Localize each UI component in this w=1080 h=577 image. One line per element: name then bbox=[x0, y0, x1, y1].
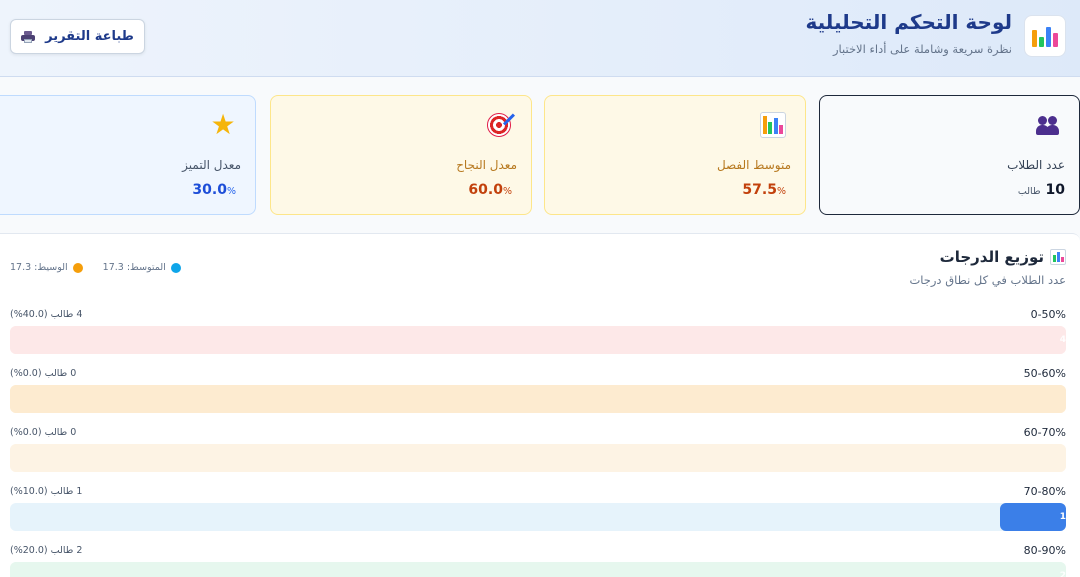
range-label: 0-50% bbox=[1030, 308, 1066, 321]
bar-fill: 2 bbox=[10, 562, 1066, 577]
legend-dot bbox=[170, 262, 181, 273]
legend-dot bbox=[72, 262, 83, 273]
legend-item-mean: المتوسط: 17.3 bbox=[103, 262, 181, 273]
bar-fill: 4 bbox=[10, 326, 1066, 354]
bar-chart-icon bbox=[1024, 15, 1066, 57]
count-label: 1 طالب (10.0%) bbox=[10, 486, 83, 497]
range-label: 50-60% bbox=[1023, 367, 1066, 380]
distribution-title: توزيع الدرجات bbox=[940, 248, 1066, 266]
stat-card-average: متوسط الفصل 57.5% bbox=[544, 95, 806, 215]
count-label: 0 طالب (0.0%) bbox=[10, 427, 77, 438]
people-icon bbox=[1033, 111, 1061, 139]
stat-value: 57.5% bbox=[742, 182, 786, 198]
target-icon bbox=[485, 111, 513, 139]
range-label: 60-70% bbox=[1023, 426, 1066, 439]
distribution-subtitle: عدد الطلاب في كل نطاق درجات bbox=[909, 273, 1066, 287]
stat-value: 60.0% bbox=[468, 182, 512, 198]
stat-label: معدل النجاح bbox=[456, 158, 517, 172]
count-label: 0 طالب (0.0%) bbox=[10, 368, 77, 379]
bar-fill bbox=[10, 444, 1066, 472]
stat-label: معدل التميز bbox=[182, 158, 241, 172]
page-subtitle: نظرة سريعة وشاملة على أداء الاختبار bbox=[832, 42, 1012, 56]
count-label: 4 طالب (40.0%) bbox=[10, 309, 83, 320]
range-label: 70-80% bbox=[1023, 485, 1066, 498]
page-title: لوحة التحكم التحليلية bbox=[805, 10, 1012, 34]
bar-track bbox=[10, 444, 1066, 472]
legend-item-median: الوسيط: 17.3 bbox=[10, 262, 83, 273]
bar-track: 4 bbox=[10, 326, 1066, 354]
print-button-label: طباعة التقرير bbox=[45, 29, 134, 44]
stat-value: 10طالب bbox=[1017, 182, 1065, 198]
stat-label: متوسط الفصل bbox=[716, 158, 791, 172]
bar-track bbox=[10, 385, 1066, 413]
range-label: 80-90% bbox=[1023, 544, 1066, 557]
bar-track: 1 bbox=[10, 503, 1066, 531]
stat-card-students: عدد الطلاب 10طالب bbox=[819, 95, 1080, 215]
count-label: 2 طالب (20.0%) bbox=[10, 545, 83, 556]
bar-fill bbox=[10, 385, 1066, 413]
stat-card-pass-rate: معدل النجاح 60.0% bbox=[270, 95, 532, 215]
stat-value: 30.0% bbox=[192, 182, 236, 198]
bar-fill: 1 bbox=[1000, 503, 1066, 531]
star-icon: ★ bbox=[210, 108, 236, 141]
stat-card-excellence: ★ معدل التميز 30.0% bbox=[0, 95, 256, 215]
print-report-button[interactable]: طباعة التقرير bbox=[10, 19, 145, 54]
bar-track: 2 bbox=[10, 562, 1066, 577]
stat-label: عدد الطلاب bbox=[1007, 158, 1065, 172]
bar-chart-icon bbox=[759, 111, 787, 139]
printer-icon bbox=[21, 30, 36, 43]
bar-chart-icon bbox=[1050, 249, 1066, 265]
chart-legend: المتوسط: 17.3 الوسيط: 17.3 bbox=[10, 262, 181, 273]
